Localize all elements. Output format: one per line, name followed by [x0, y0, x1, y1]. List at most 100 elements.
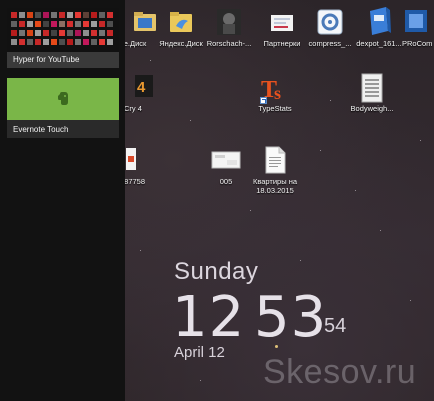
thumbnail-tile: [107, 30, 113, 36]
thumbnail-tile: [59, 39, 65, 45]
thumbnail-tile: [35, 39, 41, 45]
thumbnail-tile: [11, 21, 17, 27]
thumbnail-tile: [99, 21, 105, 27]
thumbnail-tile: [99, 12, 105, 18]
thumbnail-tile: [59, 30, 65, 36]
thumbnail-tile: [75, 12, 81, 18]
desktop-icon-label: TypeStats: [258, 104, 292, 113]
yandex-disk-folder-icon: [167, 8, 195, 41]
thumbnail-tile: [35, 30, 41, 36]
star: [140, 250, 141, 251]
app-thumbnail: [7, 8, 119, 52]
thumbnail-tile: [67, 12, 73, 18]
star: [420, 140, 421, 141]
thumbnail-tile: [27, 30, 33, 36]
thumbnail-tile: [75, 39, 81, 45]
thumbnail-tile: [43, 30, 49, 36]
thumbnail-tile: [107, 39, 113, 45]
thumbnail-tile: [83, 21, 89, 27]
app-thumbnail: [7, 78, 119, 120]
thumbnail-tile: [59, 12, 65, 18]
shortcut-arrow-icon: [260, 97, 267, 104]
thumbnail-tile: [51, 30, 57, 36]
clock-day: Sunday: [174, 258, 259, 285]
switcher-label-bar: Hyper for YouTube: [7, 52, 119, 68]
thumbnail-tile: [27, 21, 33, 27]
thumbnail-tile: [107, 21, 113, 27]
desktop-icon-label: Квартиры на 18.03.2015: [252, 177, 298, 195]
desktop-icon-label: Cry 4: [124, 104, 142, 113]
thumbnail-tile: [67, 39, 73, 45]
thumbnail-tile: [67, 21, 73, 27]
thumbnail-tile: [27, 12, 33, 18]
thumbnail-tile: [43, 12, 49, 18]
thumbnail-tile: [91, 12, 97, 18]
text-document-icon: [264, 146, 286, 179]
star: [320, 150, 321, 151]
clock-hours: 12: [172, 285, 246, 350]
thumbnail-tile: [83, 30, 89, 36]
thumbnail-tile: [51, 12, 57, 18]
thumbnail-tile: [35, 21, 41, 27]
switcher-app-evernote-touch[interactable]: Evernote Touch: [7, 78, 119, 138]
star: [355, 190, 356, 191]
svg-text:4: 4: [137, 79, 146, 96]
thumbnail-tile: [91, 21, 97, 27]
thumbnail-tile: [107, 12, 113, 18]
clock-seconds: 54: [324, 315, 347, 337]
switcher-app-label: Evernote Touch: [13, 125, 69, 134]
desktop-icon-label: PRoCom: [402, 39, 433, 48]
thumbnail-tile: [19, 12, 25, 18]
thumbnail-tile: [75, 21, 81, 27]
thumbnail-tile: [51, 39, 57, 45]
thumbnail-tile: [11, 30, 17, 36]
thumbnail-tile: [43, 39, 49, 45]
evernote-elephant-icon: [58, 92, 69, 110]
thumbnail-tile: [19, 21, 25, 27]
clock-date: April 12: [174, 344, 225, 361]
thumbnail-tile: [35, 12, 41, 18]
switcher-app-hyper-for-youtube[interactable]: Hyper for YouTube: [7, 8, 119, 68]
star: [380, 230, 381, 231]
gear-file-icon: [316, 8, 344, 41]
switcher-label-bar: Evernote Touch: [7, 120, 119, 138]
app-icon: [403, 8, 429, 41]
svg-text:s: s: [274, 83, 281, 103]
star: [200, 380, 201, 381]
thumbnail-tile: [11, 12, 17, 18]
thumbnail-tile: [67, 30, 73, 36]
switcher-app-label: Hyper for YouTube: [13, 55, 80, 64]
clock-minutes: 53: [254, 285, 328, 350]
rorschach-game-icon: [216, 8, 242, 41]
thumbnail-tile: [91, 39, 97, 45]
star: [410, 300, 411, 301]
watermark: Skesov.ru: [263, 353, 417, 391]
thumbnail-tile: [83, 12, 89, 18]
thumbnail-tile: [59, 21, 65, 27]
desktop-icon-label: 187758: [120, 177, 146, 186]
folder-icon: [268, 8, 296, 39]
thumbnail-tile: [19, 30, 25, 36]
star: [250, 210, 251, 211]
folder-icon: [132, 8, 158, 39]
document-icon: [126, 146, 136, 177]
star: [190, 120, 191, 121]
desktop-icon-label: dexpot_161...: [356, 39, 402, 48]
thumbnail-tile: [51, 21, 57, 27]
installer-box-icon: [366, 5, 392, 42]
thumbnail-tile: [43, 21, 49, 27]
thumbnail-tile: [83, 39, 89, 45]
thumbnail-tile: [11, 39, 17, 45]
thumbnail-tile: [99, 30, 105, 36]
thumbnail-tile: [27, 39, 33, 45]
desktop-icon-label: Bodyweigh...: [350, 104, 394, 113]
desktop-icon-label: Rorschach-...: [206, 39, 252, 48]
app-switcher-panel: Hyper for YouTube Evernote Touch: [0, 0, 125, 401]
star: [330, 100, 331, 101]
thumbnail-tile: [99, 39, 105, 45]
thumbnail-tile: [19, 39, 25, 45]
star: [150, 60, 151, 61]
image-file-icon: [211, 146, 241, 177]
far-cry-icon: 4: [135, 73, 153, 104]
thumbnail-tile: [75, 30, 81, 36]
